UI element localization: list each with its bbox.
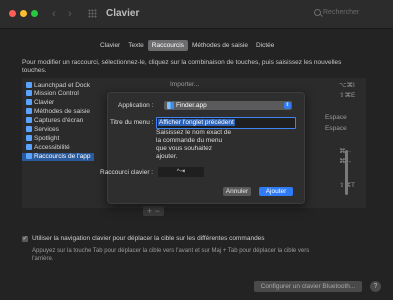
category-item[interactable]: Mission Control [22,90,94,98]
shortcut-key[interactable]: ⇧⌘E [339,91,355,99]
category-item[interactable]: Méthodes de saisie [22,108,94,116]
services-icon [26,126,32,132]
scrollbar[interactable] [345,150,348,195]
keyboard-navigation-hint: Appuyez sur la touche Tab pour déplacer … [32,248,310,262]
window-title: Clavier [106,8,140,19]
help-button[interactable]: ? [370,281,381,292]
back-arrow-icon[interactable]: ‹ [52,8,56,20]
tab-dictee[interactable]: Dictée [252,40,278,51]
maximize-window-button[interactable] [31,10,38,17]
shortcut-field[interactable]: ^⇥ [158,167,204,177]
add-remove-control[interactable]: + − [143,206,164,216]
tab-bar: Clavier Texte Raccourcis Méthodes de sai… [96,40,278,51]
list-header-partial: Importer... [170,81,200,88]
application-value: Finder.app [176,102,207,109]
tab-methodes-de-saisie[interactable]: Méthodes de saisie [188,40,252,51]
accessibility-icon [26,144,32,150]
keyboard-navigation-label: Utiliser la navigation clavier pour dépl… [32,235,265,242]
cancel-button[interactable]: Annuler [223,187,251,196]
app-shortcuts-icon [26,153,32,159]
category-list: Launchpad et Dock Mission Control Clavie… [22,78,94,208]
application-label: Application : [118,102,154,109]
grid-icon[interactable] [88,9,97,18]
menu-title-value: Afficher l'onglet précédent [158,119,235,126]
close-window-button[interactable] [9,10,16,17]
category-item[interactable]: Captures d'écran [22,117,94,125]
launchpad-icon [26,82,32,88]
keyboard-icon [26,99,32,105]
help-tooltip: Saisissez le nom exact de la commande du… [156,129,232,161]
screenshot-icon [26,117,32,123]
tab-raccourcis[interactable]: Raccourcis [147,40,188,51]
shortcut-key[interactable]: Espace [325,114,347,121]
menu-title-label: Titre du menu : [110,119,154,126]
search-placeholder: Rechercher [323,9,360,16]
spotlight-icon [26,135,32,141]
keyboard-navigation-checkbox[interactable]: ✓ [22,236,28,242]
shortcut-key[interactable]: Espace [325,125,347,132]
shortcut-key[interactable]: ⌥⌘I [339,81,355,89]
tab-texte[interactable]: Texte [124,40,148,51]
category-item[interactable]: Accessibilité [22,144,94,152]
search-icon [314,9,321,16]
setup-bluetooth-keyboard-button[interactable]: Configurer un clavier Bluetooth... [254,281,362,292]
category-item[interactable]: Services [22,126,94,134]
finder-icon [167,102,174,109]
tab-clavier[interactable]: Clavier [96,40,124,51]
category-item[interactable]: Launchpad et Dock [22,82,94,90]
mission-control-icon [26,90,32,96]
category-item-selected[interactable]: Raccourcis de l'app [22,153,94,161]
shortcut-label: Raccourci clavier : [100,169,154,176]
minimize-window-button[interactable] [20,10,27,17]
input-methods-icon [26,108,32,114]
forward-arrow-icon[interactable]: › [68,8,72,20]
instructions-text: Pour modifier un raccourci, sélectionnez… [22,59,342,74]
category-item[interactable]: Clavier [22,99,94,107]
add-button[interactable]: Ajouter [259,187,293,196]
chevron-updown-icon[interactable]: ⇕ [284,102,291,109]
category-item[interactable]: Spotlight [22,135,94,143]
